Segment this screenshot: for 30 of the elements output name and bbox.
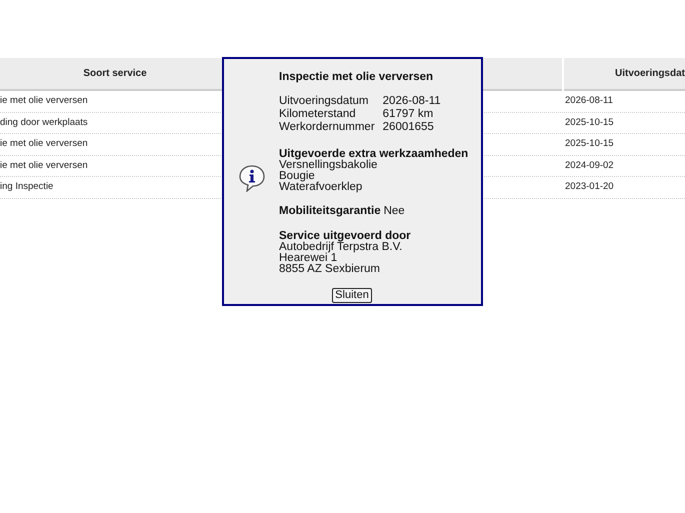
table-cell: 2024-09-02 [565,160,614,171]
work-item: Versnellingsbakolie [279,160,378,171]
section-heading: Service uitgevoerd door [279,231,412,242]
column-header: Uitvoeringsdat [564,58,685,91]
detail-label: Kilometerstand [279,109,357,120]
detail-value: 2026-08-11 [382,96,441,107]
table-cell: ding door werkplaats [0,116,88,128]
detail-label: Uitvoeringsdatum [279,96,370,107]
detail-value: 61797 km [382,109,434,120]
detail-value: Nee [384,206,405,217]
close-button[interactable]: Sluiten [332,288,372,303]
detail-label: Mobiliteitsgarantie [279,206,381,217]
address-line: Autobedrijf Terpstra B.V. [279,242,404,253]
table-cell: 2023-01-20 [565,181,614,192]
table-cell: 2025-10-15 [565,138,614,150]
table-cell: ie met olie verversen [0,160,88,171]
address-line: Hearewei 1 [279,253,338,264]
table-cell: ing Inspectie [0,181,54,192]
section-heading: Uitgevoerde extra werkzaamheden [279,149,468,160]
detail-value: 26001655 [382,122,435,133]
table-cell: ie met olie verversen [0,138,88,150]
address-line: 8855 AZ Sexbierum [279,264,382,275]
table-cell: 2026-08-11 [565,95,613,106]
work-item: Bougie [279,171,315,182]
dialog-title: Inspectie met olie verversen [279,72,434,83]
table-cell: 2025-10-15 [565,116,614,128]
table-cell: ie met olie verversen [0,95,88,106]
detail-label: Werkordernummer [279,122,375,133]
info-icon [238,164,266,192]
work-item: Waterafvoerklep [279,182,364,193]
